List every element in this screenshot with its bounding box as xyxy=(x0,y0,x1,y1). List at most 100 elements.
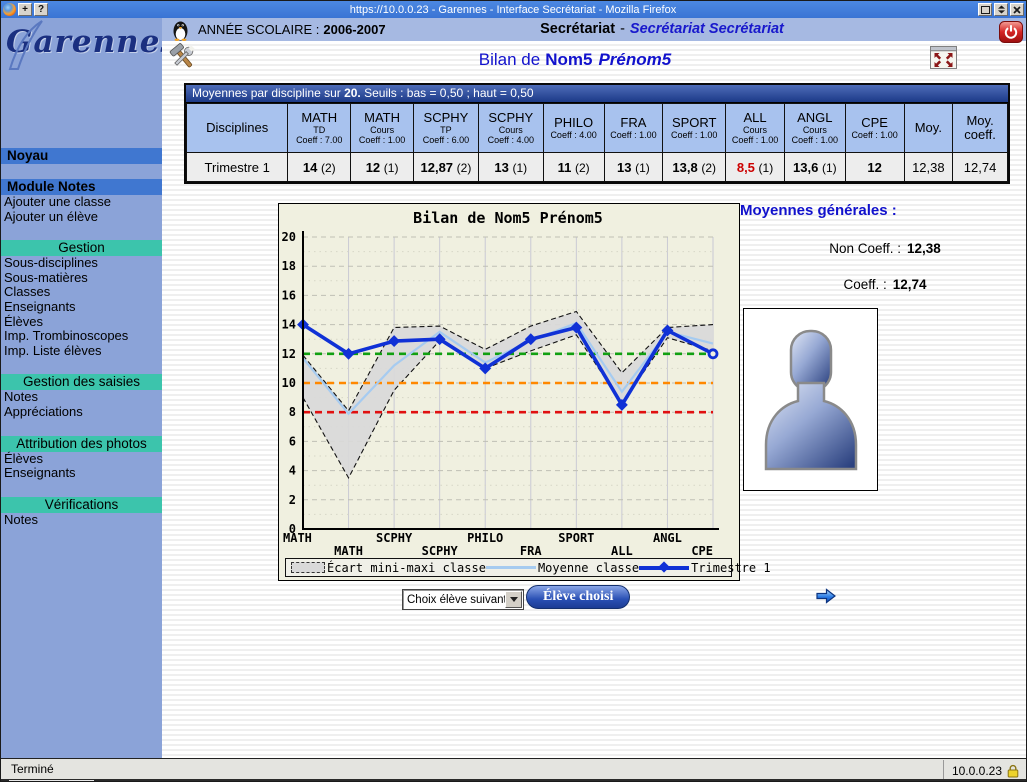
legend-label: Trimestre 1 xyxy=(691,561,770,575)
x-tick-label: PHILO xyxy=(467,531,503,545)
select-dropdown-button[interactable] xyxy=(505,591,522,608)
sidebar-item-notes[interactable]: Notes xyxy=(1,390,162,405)
grade-cell: 11 (2) xyxy=(543,153,604,182)
sidebar: Garennes NoyauModule NotesAjouter une cl… xyxy=(1,18,162,758)
sidebar-item-ajouter-une-classe[interactable]: Ajouter une classe xyxy=(1,195,162,210)
help-button[interactable]: ? xyxy=(34,3,48,16)
column-header-moy-coeff: Moy. coeff. xyxy=(953,104,1008,153)
average-noncoeff: Non Coeff. :12,38 xyxy=(760,241,1010,256)
sidebar-item-sous-disciplines[interactable]: Sous-disciplines xyxy=(1,256,162,271)
legend-label: Moyenne classe xyxy=(538,561,639,575)
column-header-math-td: MATHTDCoeff : 7.00 xyxy=(288,104,351,153)
legend-item-moyenne-classe: Moyenne classe xyxy=(486,561,639,575)
y-tick-label: 20 xyxy=(282,230,296,244)
power-icon xyxy=(999,21,1023,43)
sidebar-item-enseignants[interactable]: Enseignants xyxy=(1,466,162,481)
x-tick-label: SCPHY xyxy=(376,531,413,545)
column-header-angl-cours: ANGLCoursCoeff : 1.00 xyxy=(784,104,845,153)
sidebar-nav: Noyau Module NotesAjouter une classeAjout… xyxy=(1,82,162,527)
grades-table-caption: Moyennes par discipline sur 20. Seuils :… xyxy=(186,85,1008,103)
sidebar-section-noyau[interactable]: Noyau xyxy=(1,148,162,164)
tux-icon xyxy=(172,19,189,41)
x-tick-label: SCPHY xyxy=(422,544,459,558)
x-tick-label: FRA xyxy=(520,544,542,558)
sidebar-section-attribution-des-photos: Attribution des photos xyxy=(1,436,162,452)
add-button[interactable]: + xyxy=(18,3,32,16)
maximize-icon xyxy=(981,6,990,14)
status-text: Terminé xyxy=(11,762,54,776)
sidebar-item-imp-liste-eleves[interactable]: Imp. Liste élèves xyxy=(1,344,162,359)
column-header-all-cours: ALLCoursCoeff : 1.00 xyxy=(726,104,785,153)
status-host: 10.0.0.23 xyxy=(943,760,1023,780)
grades-chart: 02468101214161820MATHMATHSCPHYSCPHYPHILO… xyxy=(279,204,739,559)
student-select-value: Choix élève suivant xyxy=(403,594,505,606)
grade-cell: 13,8 (2) xyxy=(663,153,726,182)
grade-cell: 14 (2) xyxy=(288,153,351,182)
average-coeff-label: Coeff. : xyxy=(843,277,886,292)
column-header-scphy-cours: SCPHYCoursCoeff : 4.00 xyxy=(478,104,543,153)
sidebar-item-eleves[interactable]: Élèves xyxy=(1,315,162,330)
legend-item-ecart-mini-maxi-classe: Écart mini-maxi classe xyxy=(291,561,486,575)
grade-cell: 12,38 xyxy=(904,153,953,182)
session-username: Secrétariat Secrétariat xyxy=(630,21,784,37)
x-tick-label: ANGL xyxy=(653,531,682,545)
sidebar-item-appreciations[interactable]: Appréciations xyxy=(1,405,162,420)
sidebar-item-imp-trombinoscopes[interactable]: Imp. Trombinoscopes xyxy=(1,329,162,344)
column-header-cpe: CPECoeff : 1.00 xyxy=(845,104,904,153)
sidebar-item-ajouter-un-eleve[interactable]: Ajouter un élève xyxy=(1,210,162,225)
x-tick-label: SPORT xyxy=(558,531,594,545)
grades-table: Moyennes par discipline sur 20. Seuils :… xyxy=(184,83,1010,184)
sidebar-item-enseignants[interactable]: Enseignants xyxy=(1,300,162,315)
shade-button[interactable] xyxy=(994,3,1008,16)
sidebar-section-gestion-des-saisies: Gestion des saisies xyxy=(1,374,162,390)
lock-icon xyxy=(1007,764,1019,778)
y-tick-label: 18 xyxy=(282,259,296,273)
y-tick-label: 4 xyxy=(289,464,296,478)
sidebar-item-eleves[interactable]: Élèves xyxy=(1,452,162,467)
x-tick-label: CPE xyxy=(691,544,713,558)
y-tick-label: 10 xyxy=(282,376,296,390)
y-tick-label: 6 xyxy=(289,434,296,448)
y-tick-label: 12 xyxy=(282,347,296,361)
y-tick-label: 8 xyxy=(289,405,296,419)
grade-cell: 13,6 (1) xyxy=(784,153,845,182)
sidebar-item-sous-matieres[interactable]: Sous-matières xyxy=(1,271,162,286)
session-role: Secrétariat xyxy=(540,21,615,37)
chart-title: Bilan de Nom5 Prénom5 xyxy=(413,209,603,227)
quill-icon xyxy=(2,19,46,71)
student-select[interactable]: Choix élève suivant xyxy=(402,589,524,610)
column-header-philo: PHILOCoeff : 4.00 xyxy=(543,104,604,153)
page-title: Bilan deNom5Prénom5 xyxy=(162,50,988,70)
fullscreen-icon xyxy=(930,46,957,69)
student-lastname: Nom5 xyxy=(545,50,592,69)
close-button[interactable] xyxy=(1010,3,1024,16)
choose-student-button[interactable]: Élève choisi xyxy=(526,585,630,609)
y-tick-label: 2 xyxy=(289,493,296,507)
maximize-button[interactable] xyxy=(978,3,992,16)
sidebar-section-module-notes[interactable]: Module Notes xyxy=(1,179,162,195)
x-tick-label: MATH xyxy=(334,544,363,558)
separator: - xyxy=(620,21,625,37)
next-arrow-button[interactable] xyxy=(814,587,838,610)
close-icon xyxy=(1013,6,1021,14)
column-header-scphy-tp: SCPHYTPCoeff : 6.00 xyxy=(414,104,479,153)
student-photo-placeholder xyxy=(743,308,878,491)
sidebar-item-classes[interactable]: Classes xyxy=(1,285,162,300)
average-coeff-value: 12,74 xyxy=(893,277,927,292)
header-band: ANNÉE SCOLAIRE :2006-2007 Secrétariat-Se… xyxy=(162,18,1027,41)
sidebar-item-notes[interactable]: Notes xyxy=(1,513,162,528)
school-year-label: ANNÉE SCOLAIRE : xyxy=(198,22,319,37)
logout-button[interactable] xyxy=(999,21,1023,43)
grade-cell: 8,5 (1) xyxy=(726,153,785,182)
legend-label: Écart mini-maxi classe xyxy=(327,561,486,575)
data-point xyxy=(709,350,717,358)
legend-item-trimestre-1: Trimestre 1 xyxy=(639,561,770,575)
legend-marker-swatch xyxy=(639,566,689,570)
average-noncoeff-label: Non Coeff. : xyxy=(829,241,901,256)
fullscreen-button[interactable] xyxy=(930,46,957,69)
column-header-disciplines: Disciplines xyxy=(187,104,288,153)
sidebar-section-gestion: Gestion xyxy=(1,240,162,256)
x-tick-label: ALL xyxy=(611,544,633,558)
grade-cell: 12 (1) xyxy=(351,153,414,182)
grade-cell: 13 (1) xyxy=(478,153,543,182)
